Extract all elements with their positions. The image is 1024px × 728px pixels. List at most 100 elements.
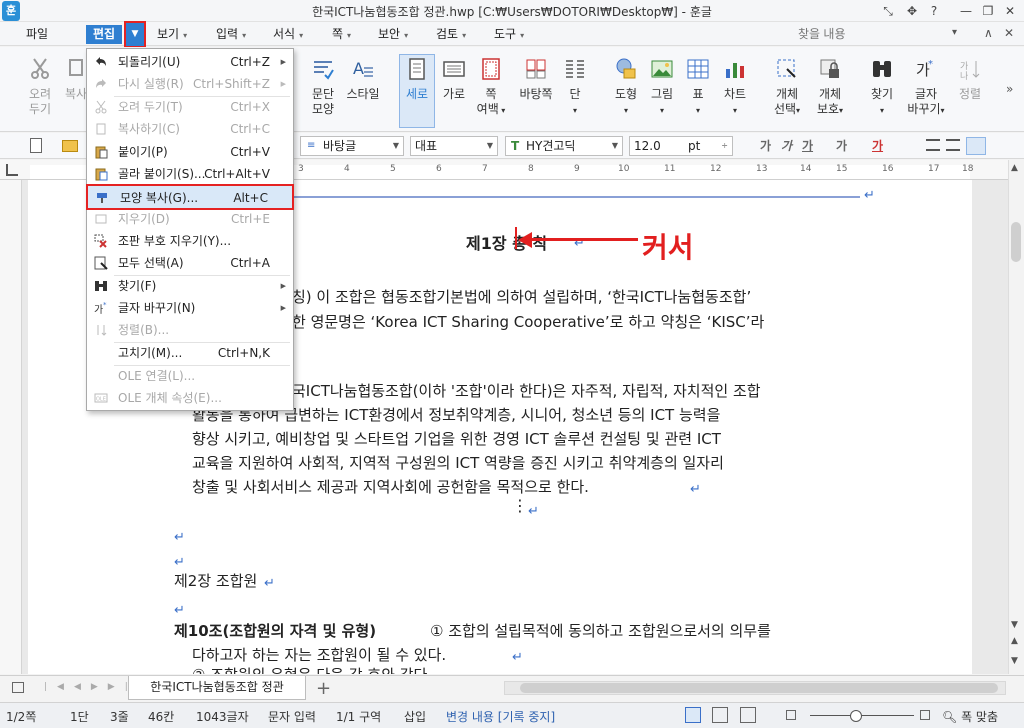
menu-item-clear-codes[interactable]: 조판 부호 지우기(Y)...	[88, 230, 292, 252]
menu-item-copy[interactable]: 복사하기(C) Ctrl+C	[88, 118, 292, 140]
doc-line[interactable]: 제2장 조합원	[174, 570, 257, 591]
search-input[interactable]	[796, 24, 946, 44]
menu-item-sort[interactable]: 정렬(B)...	[88, 319, 292, 341]
ribbon-cut-button[interactable]: 오려 두기	[22, 57, 58, 117]
menu-page[interactable]: 쪽 ▾	[332, 25, 351, 43]
status-insert[interactable]: 삽입	[404, 708, 426, 725]
tab-list-icon[interactable]	[12, 682, 24, 693]
menu-format[interactable]: 서식 ▾	[273, 25, 303, 43]
ribbon-chart-button[interactable]: 차트 ▾	[720, 57, 750, 118]
menu-item-ole-properties[interactable]: OLE OLE 개체 속성(E)...	[88, 387, 292, 409]
status-page[interactable]: 1/2쪽	[6, 708, 36, 725]
doc-line[interactable]: 교육을 지원하여 사회적, 지역적 구성원의 ICT 역량을 증진 시키고 취약…	[192, 452, 724, 473]
underline-button[interactable]: 가	[802, 137, 813, 154]
doc-line[interactable]: 창출 및 사회서비스 제공과 지역사회에 공헌함을 목적으로 한다.	[192, 476, 589, 497]
next-page-icon[interactable]: ▼	[1011, 656, 1018, 666]
minimize-button[interactable]: —	[956, 2, 976, 20]
scrollbar-thumb[interactable]	[1011, 222, 1021, 262]
ribbon-paragraph-button[interactable]: 문단 모양	[306, 57, 340, 117]
tab-stop-icon[interactable]	[6, 164, 18, 176]
menu-security[interactable]: 보안 ▾	[378, 25, 408, 43]
bold-button[interactable]: 가	[760, 137, 771, 154]
language-select[interactable]: 대표 ▼	[410, 136, 498, 156]
menu-item-fix[interactable]: 고치기(M)... Ctrl+N,K	[88, 342, 292, 364]
add-tab-button[interactable]: +	[316, 678, 331, 699]
prev-page-icon[interactable]: ▲	[1011, 636, 1018, 646]
article-title[interactable]: 제10조(조합원의 자격 및 유형)	[174, 620, 376, 641]
menu-item-replace[interactable]: 가 * 글자 바꾸기(N) ▶	[88, 297, 292, 319]
font-size-select[interactable]: 12.0 pt ÷	[629, 136, 733, 156]
doc-line[interactable]: 국ICT나눔협동조합(이하 '조합'이라 한다)은 자주적, 자립적, 자치적인…	[292, 380, 761, 401]
help-icon[interactable]: ?	[924, 2, 944, 20]
menu-item-find[interactable]: 찾기(F) ▶	[88, 275, 292, 297]
zoom-slider-thumb[interactable]	[850, 710, 862, 722]
italic-button[interactable]: 가	[781, 137, 792, 154]
font-select[interactable]: T HY견고딕 ▼	[505, 136, 623, 156]
view-page-icon[interactable]	[685, 707, 701, 723]
menu-edit[interactable]: 편집	[86, 25, 122, 44]
status-track-changes[interactable]: 변경 내용 [기록 중지]	[446, 708, 555, 725]
menu-item-ole-link[interactable]: OLE 연결(L)...	[88, 365, 292, 387]
zoom-in-icon[interactable]	[920, 710, 930, 720]
open-folder-icon[interactable]	[62, 140, 78, 152]
new-doc-icon[interactable]	[30, 138, 42, 153]
search-dropdown-icon[interactable]: ▾	[952, 27, 957, 38]
ribbon-object-select-button[interactable]: 개체 선택▾	[770, 57, 804, 118]
ribbon-landscape-button[interactable]: 가로	[438, 57, 470, 102]
menu-view[interactable]: 보기 ▾	[157, 25, 187, 43]
close-doc-icon[interactable]: ✕	[1004, 26, 1014, 40]
tab-document[interactable]: 한국ICT나눔협동조합 정관	[128, 676, 306, 700]
scroll-down-icon[interactable]: ▼	[1011, 620, 1018, 630]
status-section[interactable]: 1/1 구역	[336, 708, 381, 725]
doc-line[interactable]: ② 조합원의 유형은 다음 각 호와 같다.	[192, 664, 432, 674]
doc-line[interactable]: 한 영문명은 ‘Korea ICT Sharing Cooperative’로 …	[292, 311, 764, 332]
ribbon-replace-button[interactable]: 가 * 글자 바꾸기▾	[906, 57, 946, 118]
scroll-up-icon[interactable]: ▲	[1011, 163, 1018, 173]
zoom-out-icon[interactable]	[786, 710, 796, 720]
style-select[interactable]: ≡ 바탕글 ▼	[300, 136, 404, 156]
ribbon-columns-button[interactable]: 단 ▾	[562, 57, 588, 118]
align-justify-icon[interactable]	[926, 139, 940, 151]
align-center-icon[interactable]	[966, 137, 986, 155]
menu-item-paste[interactable]: 붙이기(P) Ctrl+V	[88, 141, 292, 163]
zoom-slider[interactable]	[810, 715, 914, 716]
font-color-button[interactable]: 가	[872, 137, 883, 154]
menu-edit-dropdown-button[interactable]: ▼	[124, 21, 146, 48]
menu-item-copy-format[interactable]: 모양 복사(G)... Alt+C	[86, 184, 294, 210]
ribbon-more-icon[interactable]: »	[1006, 82, 1013, 96]
ribbon-style-button[interactable]: A 스타일	[344, 57, 382, 102]
menu-tools[interactable]: 도구 ▾	[494, 25, 524, 43]
ribbon-sort-button[interactable]: 가나 정렬	[954, 57, 986, 102]
collapse-ribbon-icon[interactable]: ∧	[984, 26, 993, 40]
doc-line[interactable]: 다하고자 하는 자는 조합원이 될 수 있다.	[192, 644, 446, 665]
restore-button[interactable]: ❐	[978, 2, 998, 20]
menu-file[interactable]: 파일	[26, 25, 48, 43]
close-button[interactable]: ✕	[1000, 2, 1020, 20]
doc-line[interactable]: 향상 시키고, 예비창업 및 스타트업 기업을 위한 경영 ICT 솔루션 컨설…	[192, 428, 721, 449]
ribbon-master-page-button[interactable]: 바탕쪽	[516, 57, 556, 102]
menu-item-erase[interactable]: 지우기(D) Ctrl+E	[88, 208, 292, 230]
fullscreen-icon[interactable]: ⤡	[878, 2, 898, 20]
ribbon-object-protect-button[interactable]: 개체 보호▾	[812, 57, 848, 118]
ribbon-margin-button[interactable]: 쪽 여백 ▾	[474, 57, 508, 118]
ribbon-portrait-button[interactable]: 세로	[400, 57, 434, 102]
view-multi-icon[interactable]	[740, 707, 756, 723]
menu-item-redo[interactable]: 다시 실행(R) Ctrl+Shift+Z ▶	[88, 73, 292, 95]
zoom-fit-button[interactable]: 🔍︎ 폭 맞춤	[942, 708, 998, 725]
horizontal-scrollbar-thumb[interactable]	[520, 683, 998, 693]
menu-review[interactable]: 검토 ▾	[436, 25, 466, 43]
move-icon[interactable]: ✥	[902, 2, 922, 20]
menu-item-select-all[interactable]: 모두 선택(A) Ctrl+A	[88, 252, 292, 274]
menu-insert[interactable]: 입력 ▾	[216, 25, 246, 43]
menu-item-undo[interactable]: 되돌리기(U) Ctrl+Z ▶	[88, 51, 292, 73]
ribbon-picture-button[interactable]: 그림 ▾	[648, 57, 676, 118]
ribbon-find-button[interactable]: 찾기 ▾	[866, 57, 898, 118]
chapter-heading[interactable]: 제1장 총 칙	[466, 230, 547, 254]
doc-line[interactable]: 칭) 이 조합은 협동조합기본법에 의하여 설립하며, ‘한국ICT나눔협동조합…	[292, 286, 751, 307]
ribbon-shapes-button[interactable]: 도형 ▾	[610, 57, 642, 118]
menu-item-paste-special[interactable]: 골라 붙이기(S)... Ctrl+Alt+V	[88, 163, 292, 185]
align-left-icon[interactable]	[946, 139, 960, 151]
doc-line[interactable]: ① 조합의 설립목적에 동의하고 조합원으로서의 의무를	[430, 620, 771, 641]
ribbon-table-button[interactable]: 표 ▾	[686, 57, 710, 118]
tab-nav-arrows-icon[interactable]: |◀◀▶▶|	[44, 682, 138, 692]
